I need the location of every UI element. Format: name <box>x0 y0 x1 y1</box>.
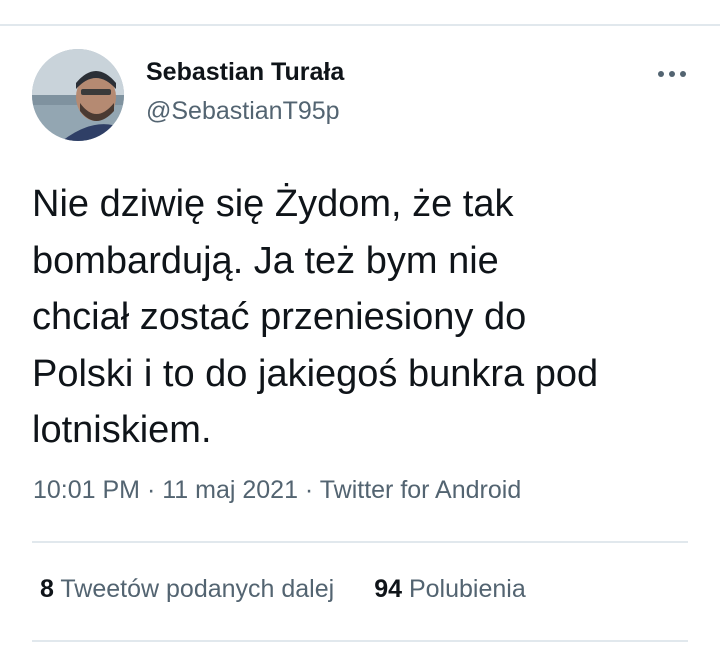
avatar[interactable] <box>32 49 124 141</box>
more-horizontal-icon-dot <box>680 71 686 77</box>
tweet-text-line: chciał zostać przeniesiony do <box>32 296 527 338</box>
tweet-date[interactable]: 11 maj 2021 <box>162 476 298 504</box>
engagement-stats: 8 Tweetów podanych dalej 94 Polubienia <box>40 575 526 604</box>
likes-count: 94 <box>374 575 403 603</box>
tweet-text-line: lotniskiem. <box>32 409 212 451</box>
tweet-text-line: bombardują. Ja też bym nie <box>32 239 499 282</box>
likes-stat[interactable]: 94 Polubienia <box>374 575 526 604</box>
author-display-name[interactable]: Sebastian Turała <box>146 58 344 87</box>
likes-label: Polubienia <box>408 575 526 603</box>
retweets-count: 8 <box>40 575 54 603</box>
tweet-time[interactable]: 10:01 PM <box>33 476 140 504</box>
more-horizontal-icon-dot <box>669 71 675 77</box>
tweet-card: Sebastian Turała @SebastianT95p Nie dziw… <box>0 0 720 650</box>
tweet-source-link[interactable]: Twitter for Android <box>320 476 521 504</box>
meta-separator: · <box>297 476 320 504</box>
avatar-image <box>32 49 124 141</box>
tweet-text-line: Nie dziwię się Żydom, że tak <box>32 183 514 225</box>
divider <box>32 541 688 543</box>
retweets-stat[interactable]: 8 Tweetów podanych dalej <box>40 575 334 604</box>
author-handle[interactable]: @SebastianT95p <box>146 97 340 126</box>
more-horizontal-icon <box>658 71 664 77</box>
divider <box>32 640 688 642</box>
retweets-label: Tweetów podanych dalej <box>60 575 335 603</box>
meta-separator: · <box>140 476 163 504</box>
tweet-text: Nie dziwię się Żydom, że tak bombardują.… <box>32 176 702 459</box>
more-options-button[interactable] <box>650 60 694 88</box>
tweet-metadata: 10:01 PM · 11 maj 2021 · Twitter for And… <box>33 476 521 505</box>
tweet-text-line: Polski i to do jakiegoś bunkra pod <box>32 352 599 395</box>
